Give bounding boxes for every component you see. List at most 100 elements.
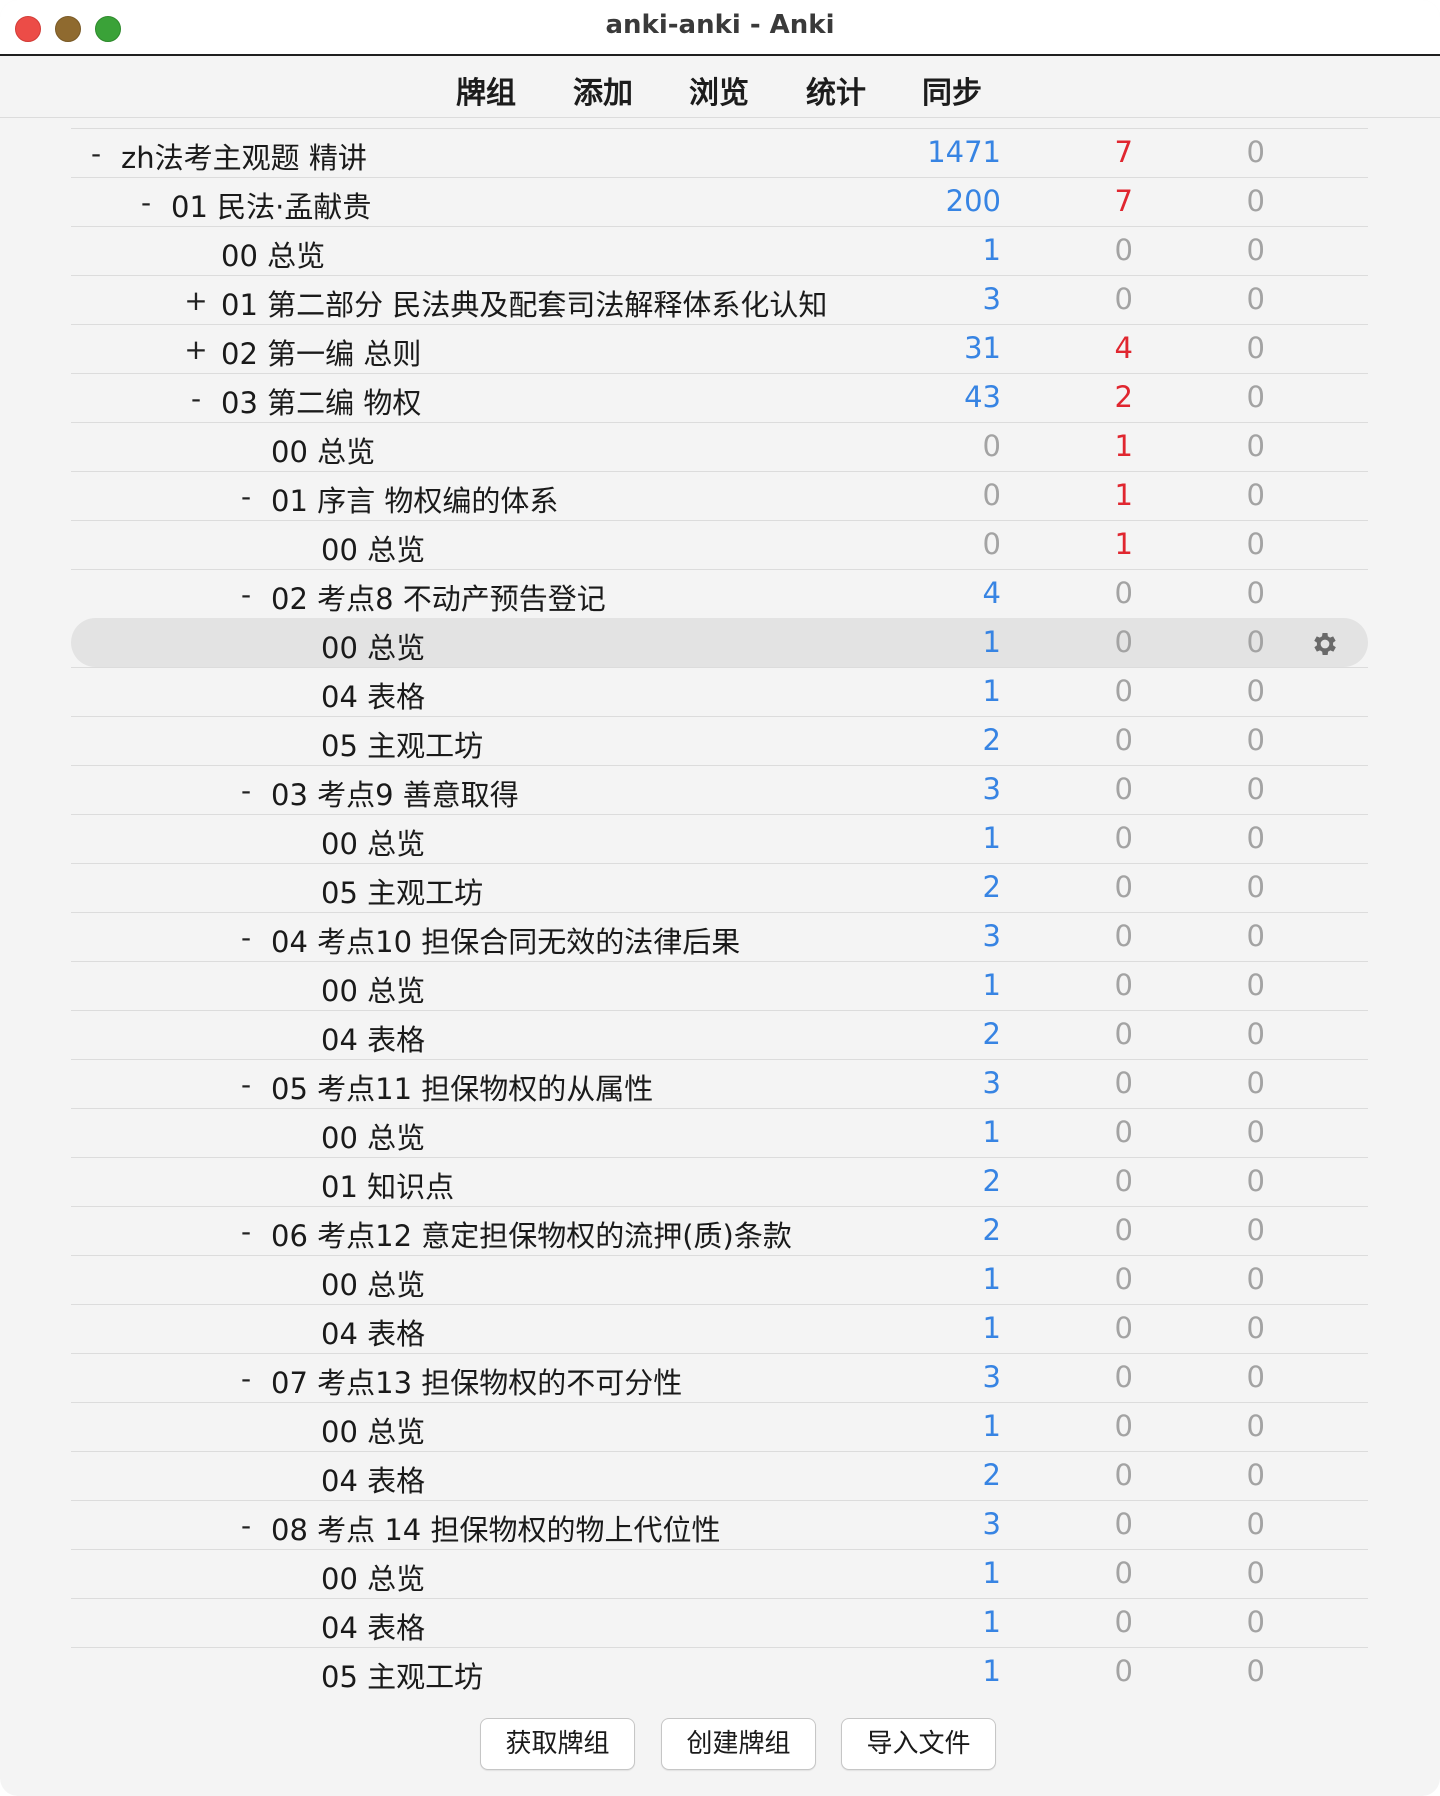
- new-count: 2: [982, 1164, 1001, 1198]
- deck-name-link[interactable]: 00 总览: [321, 1262, 425, 1304]
- review-count: 0: [1246, 233, 1265, 267]
- deck-name-link[interactable]: 02 第一编 总则: [221, 331, 421, 373]
- create-deck-button[interactable]: 创建牌组: [661, 1718, 816, 1770]
- deck-row[interactable]: 04 表格 1 0 0: [71, 1598, 1368, 1647]
- deck-row[interactable]: 00 总览 1 0 0: [71, 1549, 1368, 1598]
- collapse-deck-toggle[interactable]: -: [134, 186, 158, 219]
- deck-row[interactable]: 00 总览 1 0 0: [71, 1255, 1368, 1304]
- deck-name-link[interactable]: 05 主观工坊: [321, 870, 483, 912]
- deck-row[interactable]: 05 主观工坊 1 0 0: [71, 1647, 1368, 1696]
- deck-row[interactable]: 04 表格 2 0 0: [71, 1010, 1368, 1059]
- deck-row[interactable]: -05 考点11 担保物权的从属性 3 0 0: [71, 1059, 1368, 1108]
- deck-name-link[interactable]: 04 表格: [321, 1458, 425, 1500]
- deck-name-link[interactable]: 02 考点8 不动产预告登记: [271, 576, 606, 618]
- tab-add[interactable]: 添加: [573, 68, 633, 112]
- deck-row[interactable]: +02 第一编 总则 31 4 0: [71, 324, 1368, 373]
- deck-row[interactable]: -06 考点12 意定担保物权的流押(质)条款 2 0 0: [71, 1206, 1368, 1255]
- deck-name-link[interactable]: 00 总览: [321, 1115, 425, 1157]
- deck-row[interactable]: 01 知识点 2 0 0: [71, 1157, 1368, 1206]
- new-count: 3: [982, 1066, 1001, 1100]
- gear-icon[interactable]: [1310, 629, 1340, 659]
- review-count: 0: [1246, 184, 1265, 218]
- deck-row[interactable]: -04 考点10 担保合同无效的法律后果 3 0 0: [71, 912, 1368, 961]
- tab-browse[interactable]: 浏览: [689, 68, 749, 112]
- deck-name-link[interactable]: 08 考点 14 担保物权的物上代位性: [271, 1507, 720, 1549]
- deck-name-link[interactable]: 00 总览: [321, 821, 425, 863]
- deck-name-link[interactable]: 00 总览: [321, 527, 425, 569]
- tab-decks[interactable]: 牌组: [456, 68, 516, 112]
- deck-name-link[interactable]: 06 考点12 意定担保物权的流押(质)条款: [271, 1213, 792, 1255]
- deck-row[interactable]: -01 序言 物权编的体系 0 1 0: [71, 471, 1368, 520]
- deck-row[interactable]: -01 民法·孟献贵 200 7 0: [71, 177, 1368, 226]
- deck-name-link[interactable]: 04 表格: [321, 1017, 425, 1059]
- deck-name-link[interactable]: 01 第二部分 民法典及配套司法解释体系化认知: [221, 282, 827, 324]
- deck-name-link[interactable]: 05 主观工坊: [321, 723, 483, 765]
- deck-row[interactable]: 00 总览 0 1 0: [71, 422, 1368, 471]
- deck-name-link[interactable]: 04 考点10 担保合同无效的法律后果: [271, 919, 740, 961]
- collapse-deck-toggle[interactable]: -: [84, 137, 108, 170]
- learn-count: 0: [1114, 1654, 1133, 1688]
- deck-name-link[interactable]: 07 考点13 担保物权的不可分性: [271, 1360, 682, 1402]
- deck-name-link[interactable]: 01 知识点: [321, 1164, 454, 1206]
- deck-name-link[interactable]: 00 总览: [271, 429, 375, 471]
- deck-row[interactable]: 05 主观工坊 2 0 0: [71, 863, 1368, 912]
- tab-stats[interactable]: 统计: [806, 68, 866, 112]
- new-count: 4: [982, 576, 1001, 610]
- deck-row[interactable]: 00 总览 0 1 0: [71, 520, 1368, 569]
- deck-name-link[interactable]: 00 总览: [321, 968, 425, 1010]
- review-count: 0: [1246, 429, 1265, 463]
- new-count: 0: [982, 429, 1001, 463]
- deck-name-link[interactable]: 00 总览: [321, 625, 425, 667]
- collapse-deck-toggle[interactable]: -: [234, 774, 258, 807]
- deck-name-link[interactable]: 00 总览: [321, 1556, 425, 1598]
- review-count: 0: [1246, 1654, 1265, 1688]
- collapse-deck-toggle[interactable]: -: [234, 1068, 258, 1101]
- deck-row[interactable]: +01 第二部分 民法典及配套司法解释体系化认知 3 0 0: [71, 275, 1368, 324]
- deck-row[interactable]: -03 第二编 物权 43 2 0: [71, 373, 1368, 422]
- collapse-deck-toggle[interactable]: -: [234, 578, 258, 611]
- collapse-deck-toggle[interactable]: -: [234, 1215, 258, 1248]
- deck-row[interactable]: 00 总览 1 0 0: [71, 814, 1368, 863]
- deck-name-link[interactable]: 00 总览: [321, 1409, 425, 1451]
- learn-count: 2: [1114, 380, 1133, 414]
- deck-name-link[interactable]: 04 表格: [321, 1605, 425, 1647]
- get-shared-decks-button[interactable]: 获取牌组: [480, 1718, 635, 1770]
- deck-name-link[interactable]: 03 考点9 善意取得: [271, 772, 519, 814]
- deck-name-link[interactable]: 04 表格: [321, 674, 425, 716]
- deck-row[interactable]: 04 表格 1 0 0: [71, 667, 1368, 716]
- deck-row[interactable]: 04 表格 2 0 0: [71, 1451, 1368, 1500]
- deck-row[interactable]: 00 总览 1 0 0: [71, 618, 1368, 667]
- tab-sync[interactable]: 同步: [922, 68, 982, 112]
- collapse-deck-toggle[interactable]: -: [234, 1362, 258, 1395]
- deck-name-link[interactable]: 05 考点11 担保物权的从属性: [271, 1066, 653, 1108]
- deck-row[interactable]: 00 总览 1 0 0: [71, 226, 1368, 275]
- deck-row[interactable]: 00 总览 1 0 0: [71, 1402, 1368, 1451]
- deck-name-link[interactable]: zh法考主观题 精讲: [121, 135, 367, 177]
- deck-name-link[interactable]: 00 总览: [221, 233, 325, 275]
- deck-row[interactable]: -03 考点9 善意取得 3 0 0: [71, 765, 1368, 814]
- expand-deck-toggle[interactable]: +: [184, 284, 208, 317]
- new-count: 1: [982, 233, 1001, 267]
- deck-row[interactable]: 00 总览 1 0 0: [71, 1108, 1368, 1157]
- collapse-deck-toggle[interactable]: -: [234, 480, 258, 513]
- collapse-deck-toggle[interactable]: -: [234, 921, 258, 954]
- learn-count: 0: [1114, 233, 1133, 267]
- deck-row[interactable]: - zh法考主观题 精讲 1471 7 0: [71, 128, 1368, 177]
- collapse-deck-toggle[interactable]: -: [184, 382, 208, 415]
- new-count: 0: [982, 478, 1001, 512]
- review-count: 0: [1246, 527, 1265, 561]
- deck-name-link[interactable]: 03 第二编 物权: [221, 380, 421, 422]
- deck-row[interactable]: -07 考点13 担保物权的不可分性 3 0 0: [71, 1353, 1368, 1402]
- deck-name-link[interactable]: 05 主观工坊: [321, 1654, 483, 1696]
- deck-row[interactable]: 00 总览 1 0 0: [71, 961, 1368, 1010]
- collapse-deck-toggle[interactable]: -: [234, 1509, 258, 1542]
- expand-deck-toggle[interactable]: +: [184, 333, 208, 366]
- deck-name-link[interactable]: 01 序言 物权编的体系: [271, 478, 558, 520]
- deck-row[interactable]: 04 表格 1 0 0: [71, 1304, 1368, 1353]
- deck-name-link[interactable]: 04 表格: [321, 1311, 425, 1353]
- deck-row[interactable]: 05 主观工坊 2 0 0: [71, 716, 1368, 765]
- deck-row[interactable]: -02 考点8 不动产预告登记 4 0 0: [71, 569, 1368, 618]
- import-file-button[interactable]: 导入文件: [841, 1718, 996, 1770]
- deck-name-link[interactable]: 01 民法·孟献贵: [171, 184, 371, 226]
- deck-row[interactable]: -08 考点 14 担保物权的物上代位性 3 0 0: [71, 1500, 1368, 1549]
